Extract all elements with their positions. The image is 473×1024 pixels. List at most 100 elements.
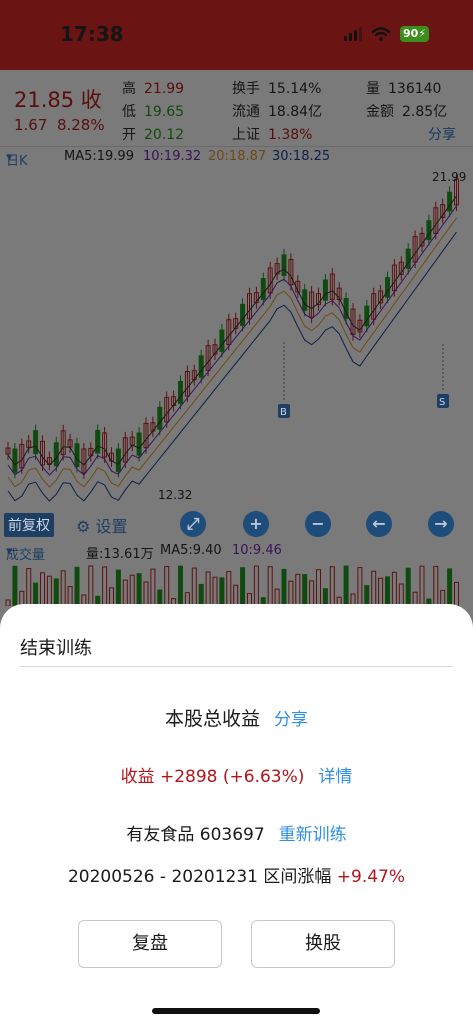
float-value: 18.84亿 bbox=[268, 104, 323, 120]
low-stat: 低 19.65 bbox=[122, 101, 184, 121]
volume-bar bbox=[12, 565, 18, 606]
volume-chart[interactable] bbox=[0, 560, 473, 606]
volume-bar bbox=[316, 569, 321, 606]
high-price-marker: 21.99 bbox=[432, 170, 466, 184]
volume-bar bbox=[288, 580, 294, 606]
volume-bar bbox=[226, 571, 232, 606]
volume-bar bbox=[233, 584, 239, 606]
training-result-sheet: 结束训练 本股总收益 分享 收益 +2898 (+6.63%) 详情 有友食品 60… bbox=[0, 604, 473, 1024]
wifi-icon bbox=[371, 27, 390, 41]
volume-bar bbox=[391, 571, 397, 606]
volume-bar bbox=[122, 579, 128, 606]
open-label: 开 bbox=[122, 127, 136, 143]
volume-bar bbox=[26, 568, 32, 606]
switch-stock-button[interactable]: 换股 bbox=[251, 920, 395, 968]
price-change-value: 1.67 bbox=[14, 116, 48, 134]
candle bbox=[322, 279, 328, 301]
volume-label: 量 bbox=[366, 81, 380, 97]
quote-header: 21.85 收 1.67 8.28% 高 21.99 低 19.65 开 20.12 … bbox=[0, 70, 473, 146]
high-label: 高 bbox=[122, 81, 136, 97]
arrow-right-icon[interactable]: → bbox=[428, 511, 454, 537]
volume-bar bbox=[385, 576, 390, 606]
volume-bar bbox=[405, 567, 411, 606]
volume-bar bbox=[5, 599, 11, 606]
vol-ma10: 10:9.46 bbox=[232, 543, 282, 558]
volume-bar bbox=[433, 565, 439, 606]
fuquan-button[interactable]: 前复权 bbox=[4, 513, 54, 537]
settings-button[interactable]: ⚙ 设置 bbox=[76, 513, 127, 537]
volume-bar bbox=[454, 581, 459, 606]
candle bbox=[136, 432, 142, 456]
settings-label: 设置 bbox=[95, 517, 128, 536]
battery-level: 90 bbox=[402, 27, 419, 40]
volume-bar bbox=[371, 570, 377, 606]
cellular-signal-icon bbox=[343, 27, 362, 41]
volume-bar bbox=[212, 576, 218, 606]
volume-bar bbox=[447, 568, 453, 606]
candle bbox=[302, 289, 308, 311]
candle bbox=[219, 329, 225, 352]
high-stat: 高 21.99 bbox=[122, 78, 184, 98]
sheet-divider bbox=[20, 666, 453, 667]
candle bbox=[240, 303, 246, 326]
quote-share-link[interactable]: 分享 bbox=[428, 124, 456, 144]
float-stat: 流通 18.84亿 bbox=[232, 101, 322, 121]
index-label: 上证 bbox=[232, 127, 260, 143]
volume-bar bbox=[378, 577, 384, 606]
candle bbox=[12, 448, 18, 473]
candle bbox=[178, 381, 183, 404]
volume-bar bbox=[129, 574, 135, 606]
candle bbox=[33, 430, 39, 455]
low-label: 低 bbox=[122, 104, 136, 120]
price-change-pct: 8.28% bbox=[56, 116, 105, 134]
buy-marker-label: B bbox=[280, 407, 287, 418]
volume-bar bbox=[343, 565, 349, 606]
kline-chart[interactable]: 21.99 12.32 B S bbox=[0, 166, 473, 508]
volume-bar bbox=[60, 570, 66, 606]
ma20-value: 20:18.87 bbox=[208, 149, 267, 164]
current-price: 21.85 收 bbox=[14, 88, 102, 112]
price-change: 1.67 8.28% bbox=[14, 116, 105, 134]
float-label: 流通 bbox=[232, 104, 260, 120]
status-bar: 17:38 90⚡ bbox=[0, 0, 473, 70]
volume-bar bbox=[178, 565, 183, 606]
volume-bar bbox=[143, 581, 149, 606]
ma-indicator-row: 日K ▾ MA5:19.99 10:19.32 20:18.87 30:18.2… bbox=[0, 148, 473, 169]
volume-bar bbox=[309, 580, 315, 606]
candle bbox=[198, 355, 204, 378]
ma5-line bbox=[7, 195, 457, 466]
review-button[interactable]: 复盘 bbox=[78, 920, 222, 968]
volume-bar bbox=[329, 566, 335, 606]
open-value: 20.12 bbox=[144, 127, 185, 143]
amount-label: 金额 bbox=[366, 104, 394, 120]
sheet-title: 结束训练 bbox=[20, 638, 92, 659]
details-link[interactable]: 详情 bbox=[318, 767, 352, 787]
index-stat: 上证 1.38% bbox=[232, 124, 312, 144]
candle bbox=[95, 429, 101, 454]
plus-icon[interactable]: + bbox=[243, 511, 269, 537]
volume-bar bbox=[40, 572, 45, 606]
minus-icon[interactable]: − bbox=[305, 511, 331, 537]
home-indicator[interactable] bbox=[152, 1008, 320, 1014]
volume-bars bbox=[5, 565, 459, 606]
amount-value: 2.85亿 bbox=[402, 104, 448, 120]
sell-marker-label: S bbox=[439, 397, 445, 408]
ma10-line bbox=[7, 205, 457, 476]
date-range: 20200526 - 20201231 区间涨幅 bbox=[67, 867, 337, 887]
ma5-value: MA5:19.99 bbox=[64, 149, 134, 164]
volume-bar bbox=[253, 565, 259, 606]
profit-row: 收益 +2898 (+6.63%) 详情 bbox=[0, 762, 473, 787]
candle bbox=[53, 442, 59, 467]
volume-bar bbox=[302, 574, 308, 606]
total-profit-label: 本股总收益 bbox=[164, 708, 260, 730]
vol-ma5: MA5:9.40 bbox=[160, 543, 222, 558]
share-link[interactable]: 分享 bbox=[274, 710, 308, 730]
low-value: 19.65 bbox=[144, 104, 185, 120]
ma30-value: 30:18.25 bbox=[272, 149, 331, 164]
turnover-label: 换手 bbox=[232, 81, 260, 97]
expand-icon[interactable]: ⤢ bbox=[180, 511, 206, 537]
candlesticks bbox=[5, 173, 459, 479]
arrow-left-icon[interactable]: ← bbox=[366, 511, 392, 537]
battery-icon: 90⚡ bbox=[399, 26, 429, 42]
retrain-link[interactable]: 重新训练 bbox=[279, 825, 347, 845]
